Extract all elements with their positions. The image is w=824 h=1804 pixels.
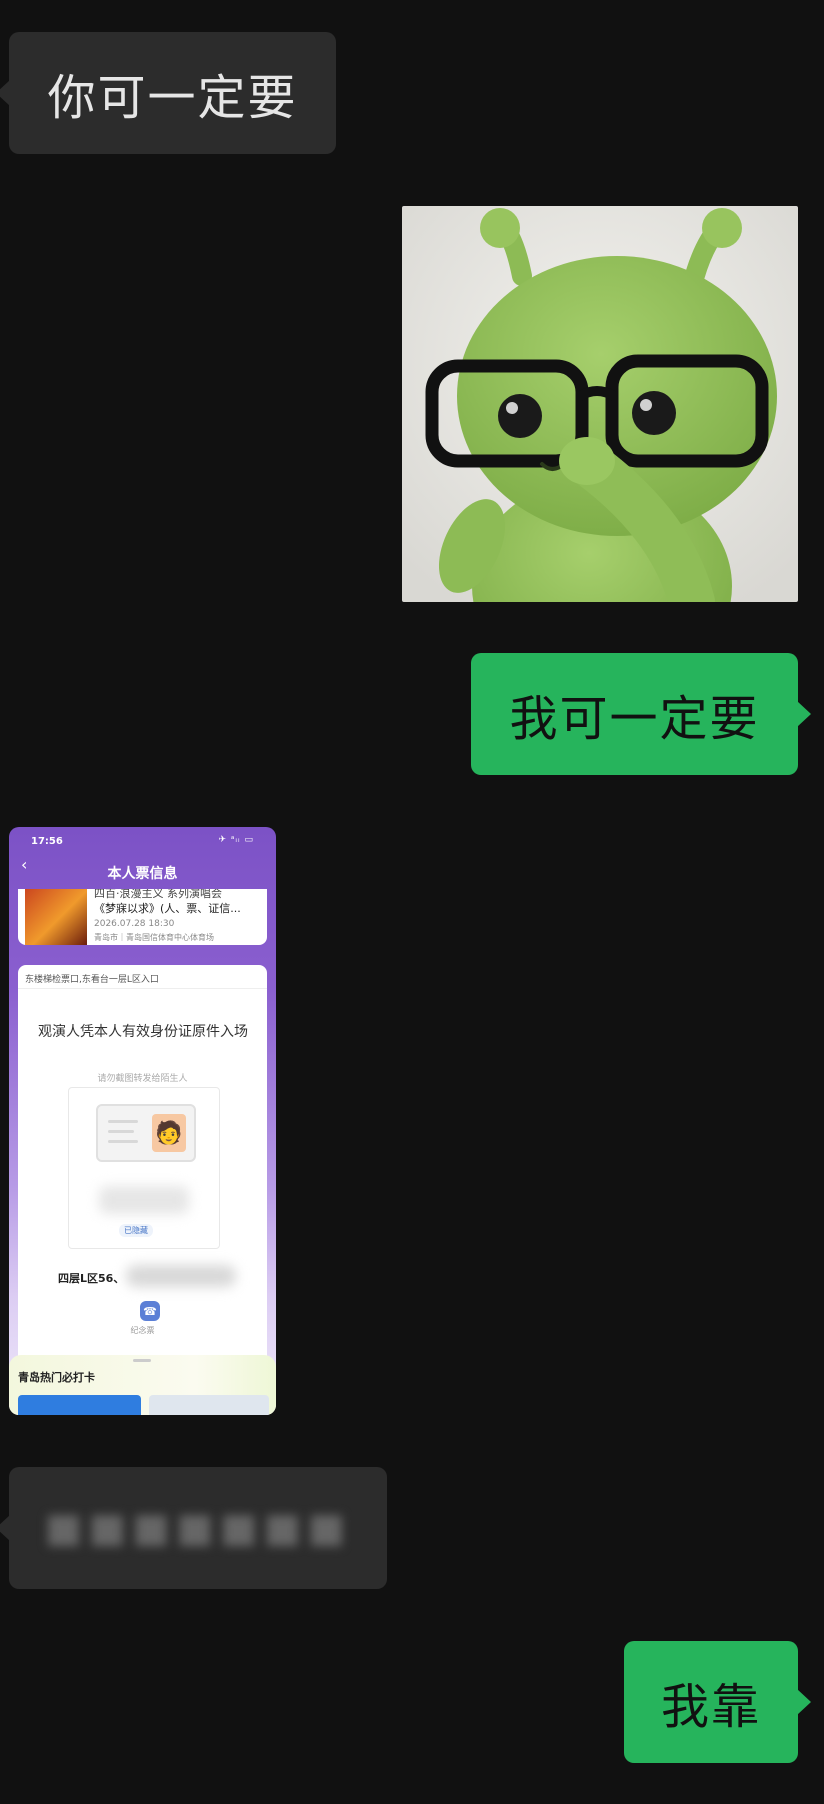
message-bubble-right[interactable]: 我可一定要 xyxy=(471,653,811,775)
green-alien-with-glasses-sticker-icon xyxy=(402,206,798,602)
entry-notice: 观演人凭本人有效身份证原件入场 xyxy=(38,1024,248,1040)
ticket-screenshot-image[interactable]: 17:56 ✈ ᵃᵢᵢ ▭ ‹ 本人票信息 四百·浪漫主义 系列演唱会 《梦寐以… xyxy=(9,827,276,1415)
souvenir-ticket-icon: ☎ xyxy=(140,1301,160,1321)
event-card: 四百·浪漫主义 系列演唱会 《梦寐以求》(人、票、证信... 2026.07.2… xyxy=(18,889,267,945)
sheet-handle xyxy=(133,1359,151,1362)
screenshot-hint: 请勿截图转发给陌生人 xyxy=(97,1074,188,1084)
seat-info: 四层L区56、 xyxy=(58,1272,125,1285)
blurred-message-text: ■■■■■■■ xyxy=(44,1505,352,1551)
sheet-thumbnail xyxy=(18,1395,141,1415)
blurred-holder-name xyxy=(99,1186,189,1214)
id-card-box: 🧑 已隐藏 xyxy=(68,1087,220,1249)
bubble-tail xyxy=(0,1515,10,1541)
event-title-line2: 《梦寐以求》(人、票、证信... xyxy=(94,902,241,915)
message-text: 你可一定要 xyxy=(47,70,298,126)
sheet-title: 青岛热门必打卡 xyxy=(18,1371,95,1384)
bubble-tail xyxy=(0,80,10,106)
message-text: 我可一定要 xyxy=(509,691,760,747)
message-bubble-right[interactable]: 我靠 xyxy=(624,1641,811,1763)
message-bubble-left[interactable]: ■■■■■■■ xyxy=(0,1467,387,1589)
hidden-badge: 已隐藏 xyxy=(119,1224,153,1237)
bubble-tail xyxy=(797,701,811,727)
event-venue: 青岛市｜青岛国信体育中心体育场 xyxy=(94,933,214,942)
sheet-thumbnail xyxy=(149,1395,269,1415)
blurred-seat-number xyxy=(126,1265,236,1287)
souvenir-label: 纪念票 xyxy=(130,1326,155,1335)
event-datetime: 2026.07.28 18:30 xyxy=(94,919,175,929)
gate-info: 东楼梯检票口,东看台一层L区入口 xyxy=(25,975,159,985)
status-time: 17:56 xyxy=(31,836,63,847)
bubble-tail xyxy=(797,1689,811,1715)
avatar-icon: 🧑 xyxy=(152,1114,186,1152)
message-bubble-left[interactable]: 你可一定要 xyxy=(0,32,336,154)
bottom-sheet: 青岛热门必打卡 xyxy=(9,1355,276,1415)
status-icons: ✈ ᵃᵢᵢ ▭ xyxy=(218,835,254,845)
event-poster xyxy=(25,889,87,945)
divider xyxy=(18,988,267,989)
ticket-card: 东楼梯检票口,东看台一层L区入口 观演人凭本人有效身份证原件入场 请勿截图转发给… xyxy=(18,965,267,1365)
page-title: 本人票信息 xyxy=(107,866,178,882)
id-card-icon: 🧑 xyxy=(96,1104,196,1162)
sticker-message[interactable] xyxy=(402,206,798,602)
message-text: 我靠 xyxy=(660,1679,761,1735)
